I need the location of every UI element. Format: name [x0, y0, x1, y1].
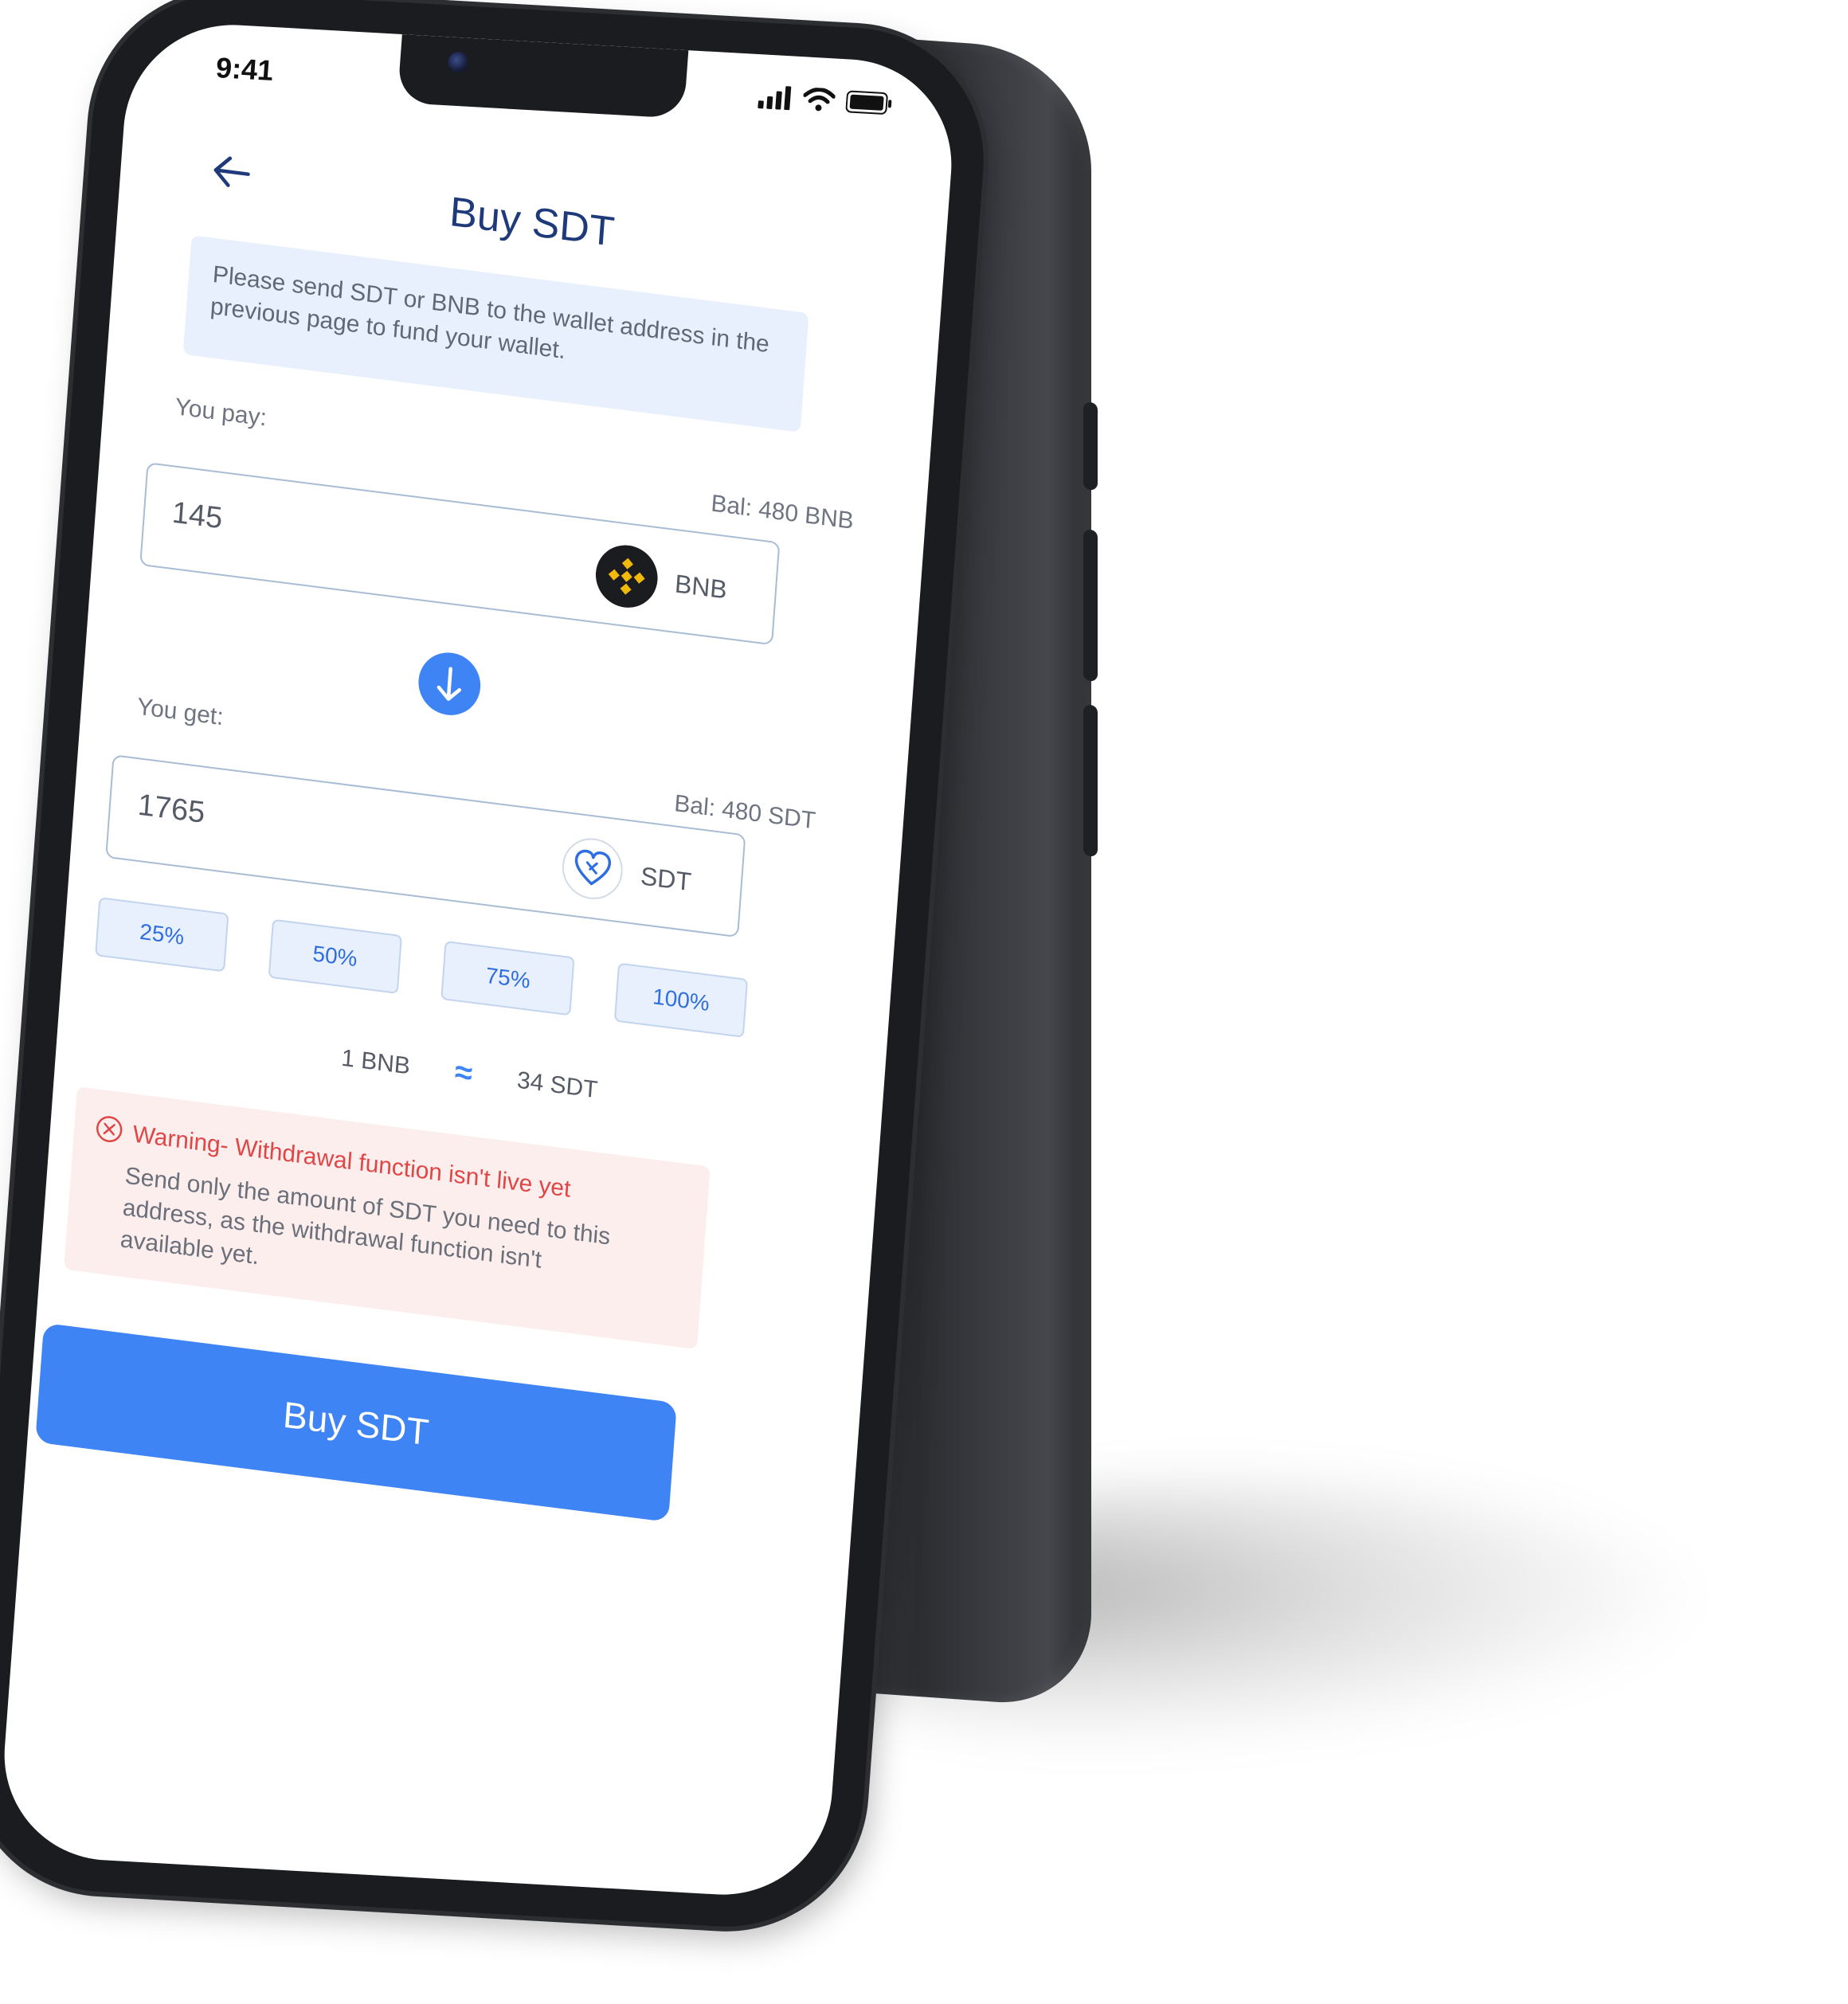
close-circle-icon	[96, 1116, 123, 1142]
approx-icon: ≈	[453, 1054, 474, 1092]
product-render: 9:41 Buy SDT Please send SDT or BNB to t…	[0, 0, 1848, 2004]
phone-side-button	[1083, 401, 1098, 491]
arrow-down-icon	[437, 667, 461, 701]
phone-device: 9:41 Buy SDT Please send SDT or BNB to t…	[0, 0, 1848, 2004]
warning-banner: Warning- Withdrawal function isn't live …	[64, 1086, 711, 1350]
info-text: Please send SDT or BNB to the wallet add…	[209, 260, 770, 365]
pay-token-label: BNB	[673, 569, 728, 605]
pay-amount-value[interactable]: 145	[170, 496, 224, 537]
percent-50-button[interactable]: 50%	[268, 918, 402, 994]
pay-amount-field[interactable]: 145 BNB	[139, 462, 781, 646]
phone-side-button	[1083, 704, 1098, 857]
pay-label: You pay:	[174, 393, 268, 432]
pay-balance: Bal: 480 BNB	[710, 490, 855, 534]
percent-25-button[interactable]: 25%	[95, 897, 229, 973]
get-label: You get:	[135, 693, 225, 731]
get-amount-value[interactable]: 1765	[136, 789, 206, 832]
percent-75-button[interactable]: 75%	[440, 941, 575, 1016]
sdt-heart-icon	[562, 838, 623, 899]
rate-from: 1 BNB	[340, 1044, 412, 1079]
get-token-label: SDT	[639, 861, 693, 897]
bnb-coin-icon	[595, 545, 658, 608]
swap-direction-button[interactable]	[416, 648, 483, 719]
buy-sdt-button[interactable]: Buy SDT	[35, 1322, 677, 1522]
app-content: Buy SDT Please send SDT or BNB to the wa…	[0, 19, 955, 1900]
phone-front: 9:41 Buy SDT Please send SDT or BNB to t…	[0, 0, 993, 1935]
percent-100-button[interactable]: 100%	[613, 962, 749, 1038]
phone-screen: 9:41 Buy SDT Please send SDT or BNB to t…	[0, 19, 959, 1900]
rate-to: 34 SDT	[516, 1067, 599, 1103]
phone-side-button	[1083, 529, 1098, 682]
